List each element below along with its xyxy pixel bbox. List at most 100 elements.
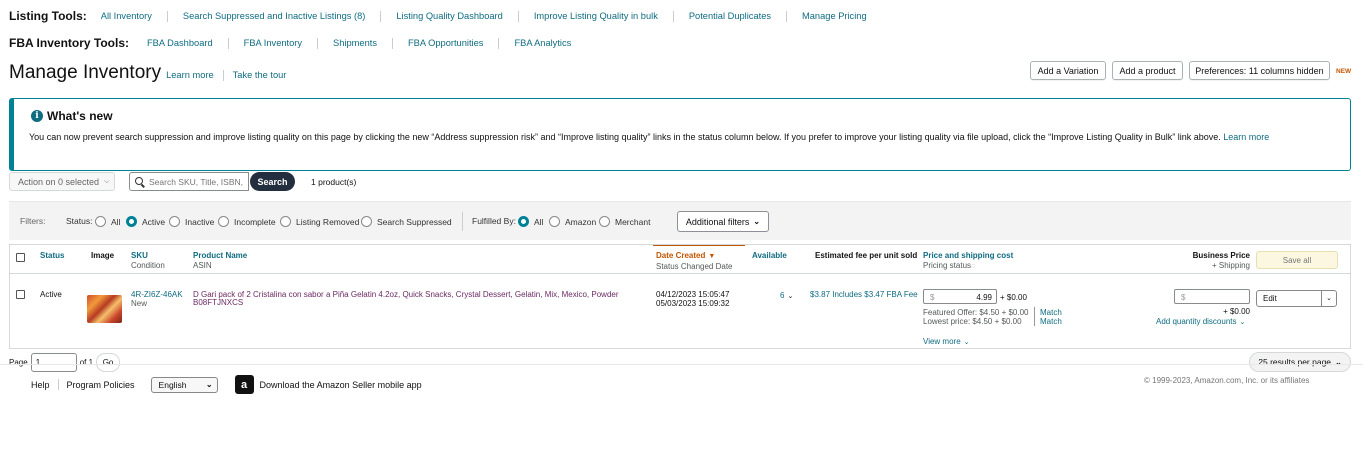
link-fba-inventory[interactable]: FBA Inventory (244, 38, 302, 48)
chevron-down-icon: ⌄ (1335, 357, 1342, 367)
learn-more-link[interactable]: Learn more (166, 70, 214, 80)
link-listing-quality-dashboard[interactable]: Listing Quality Dashboard (396, 11, 502, 21)
status-filter-removed[interactable]: Listing Removed (280, 216, 359, 227)
link-potential-duplicates[interactable]: Potential Duplicates (689, 11, 771, 21)
row-condition: New (131, 299, 148, 308)
status-all-label: All (111, 216, 121, 227)
col-available[interactable]: Available (752, 251, 787, 261)
save-all-button[interactable]: Save all (1256, 251, 1338, 269)
status-label: Status: (66, 216, 93, 226)
row-available[interactable]: 6 ⌄ (780, 291, 793, 301)
whats-new-title: What's new (47, 109, 113, 123)
add-variation-button[interactable]: Add a Variation (1030, 61, 1106, 80)
whats-new-learn-more[interactable]: Learn more (1223, 132, 1269, 142)
divider (391, 37, 393, 49)
search-input[interactable] (129, 172, 249, 191)
results-per-page-dropdown[interactable]: 25 results per page ⌄ (1249, 352, 1351, 372)
select-all-checkbox[interactable] (16, 253, 25, 262)
link-all-inventory[interactable]: All Inventory (101, 11, 152, 21)
row-checkbox[interactable] (16, 290, 25, 299)
edit-dropdown-button[interactable]: ⌄ (1321, 291, 1336, 306)
product-image[interactable] (87, 295, 122, 323)
row-shipping: + $0.00 (1000, 293, 1027, 302)
preferences-button[interactable]: Preferences: 11 columns hidden (1189, 61, 1330, 80)
col-sku-label: SKU (131, 251, 148, 260)
whats-new-text: You can now prevent search suppression a… (29, 131, 1329, 144)
col-product-name[interactable]: Product Name ASIN (193, 251, 247, 271)
price-input[interactable]: $ 4.99 (923, 289, 997, 304)
status-filter-active[interactable]: Active (126, 216, 165, 227)
footer-divider (0, 364, 1363, 365)
add-product-button[interactable]: Add a product (1112, 61, 1183, 80)
bulk-action-dropdown[interactable]: Action on 0 selected ⌵ (9, 172, 115, 191)
program-policies-link[interactable]: Program Policies (67, 380, 135, 390)
link-manage-pricing[interactable]: Manage Pricing (802, 11, 867, 21)
radio-icon (599, 216, 610, 227)
link-search-suppressed[interactable]: Search Suppressed and Inactive Listings … (183, 11, 365, 21)
pagination: Page of 1 Go (9, 353, 121, 372)
page-of-label: of 1 (79, 358, 94, 367)
view-more-link[interactable]: View more ⌄ (923, 337, 970, 347)
status-filter-all[interactable]: All (95, 216, 120, 227)
radio-icon (361, 216, 372, 227)
match-lowest-button[interactable]: Match (1040, 317, 1062, 326)
sort-desc-icon: ▼ (708, 253, 716, 260)
status-suppressed-label: Search Suppressed (377, 216, 452, 227)
link-fba-analytics[interactable]: FBA Analytics (514, 38, 571, 48)
link-fba-dashboard[interactable]: FBA Dashboard (147, 38, 213, 48)
featured-offer: Featured Offer: $4.50 + $0.00 (923, 308, 1029, 317)
filter-bar: Filters: Status: All Active Inactive Inc… (9, 201, 1351, 240)
row-sku[interactable]: 4R-ZI6Z-46AK (131, 290, 183, 299)
status-filter-suppressed[interactable]: Search Suppressed (361, 216, 452, 227)
business-price-input[interactable]: $ (1174, 289, 1250, 304)
radio-icon (95, 216, 106, 227)
header-divider (10, 273, 1350, 274)
status-incomplete-label: Incomplete (234, 216, 276, 227)
link-shipments[interactable]: Shipments (333, 38, 377, 48)
language-select[interactable]: English ⌄ (150, 376, 218, 393)
business-shipping: + $0.00 (1223, 307, 1250, 316)
divider (222, 69, 224, 81)
amazon-app-icon[interactable]: a (234, 375, 254, 394)
fulfilled-filter-merchant[interactable]: Merchant (599, 216, 650, 227)
link-improve-quality-bulk[interactable]: Improve Listing Quality in bulk (534, 11, 658, 21)
row-asin[interactable]: B08FTJNXCS (193, 298, 243, 307)
status-removed-label: Listing Removed (296, 216, 360, 227)
chevron-down-icon: ⌄ (787, 293, 794, 300)
take-tour-link[interactable]: Take the tour (233, 70, 287, 80)
filters-label: Filters: (20, 216, 46, 226)
radio-selected-icon (126, 216, 137, 227)
row-est-fee[interactable]: $3.87 Includes $3.47 FBA Fee (810, 290, 918, 299)
fulfilled-filter-amazon[interactable]: Amazon (549, 216, 596, 227)
quantity-discounts-link[interactable]: Add quantity discounts ⌄ (1156, 317, 1245, 327)
page-header: Manage Inventory Learn more Take the tou… (9, 62, 286, 84)
row-product-name[interactable]: D Gari pack of 2 Cristalina con sabor a … (193, 290, 619, 299)
divider (517, 10, 519, 22)
help-link[interactable]: Help (31, 380, 50, 390)
status-filter-inactive[interactable]: Inactive (169, 216, 214, 227)
chevron-down-icon: ⌄ (205, 380, 213, 389)
fulfilled-filter-all[interactable]: All (518, 216, 543, 227)
price-value: 4.99 (976, 293, 992, 302)
divider (166, 10, 168, 22)
col-status[interactable]: Status (40, 251, 64, 261)
col-price[interactable]: Price and shipping cost Pricing status◌ (923, 251, 1013, 272)
match-featured-button[interactable]: Match (1040, 308, 1062, 317)
link-fba-opportunities[interactable]: FBA Opportunities (408, 38, 483, 48)
go-button[interactable]: Go (96, 353, 121, 372)
divider (672, 10, 674, 22)
col-date-created-label: Date Created (656, 251, 706, 260)
col-sku[interactable]: SKU Condition (131, 251, 165, 271)
search-button[interactable]: Search (250, 172, 295, 191)
additional-filters-button[interactable]: Additional filters ⌄ (677, 211, 769, 232)
edit-button[interactable]: Edit (1257, 291, 1321, 306)
download-app-link[interactable]: Download the Amazon Seller mobile app (260, 380, 422, 390)
col-date-created[interactable]: Date Created ▼ Status Changed Date (656, 251, 733, 272)
whats-new-banner: i What's new You can now prevent search … (9, 98, 1351, 171)
page-title: Manage Inventory (9, 62, 162, 83)
listing-tools-title: Listing Tools: (9, 9, 87, 23)
col-status-label: Status (40, 251, 65, 260)
bulk-action-label: Action on 0 selected (18, 176, 100, 187)
page-number-input[interactable] (30, 353, 77, 372)
status-filter-incomplete[interactable]: Incomplete (218, 216, 276, 227)
